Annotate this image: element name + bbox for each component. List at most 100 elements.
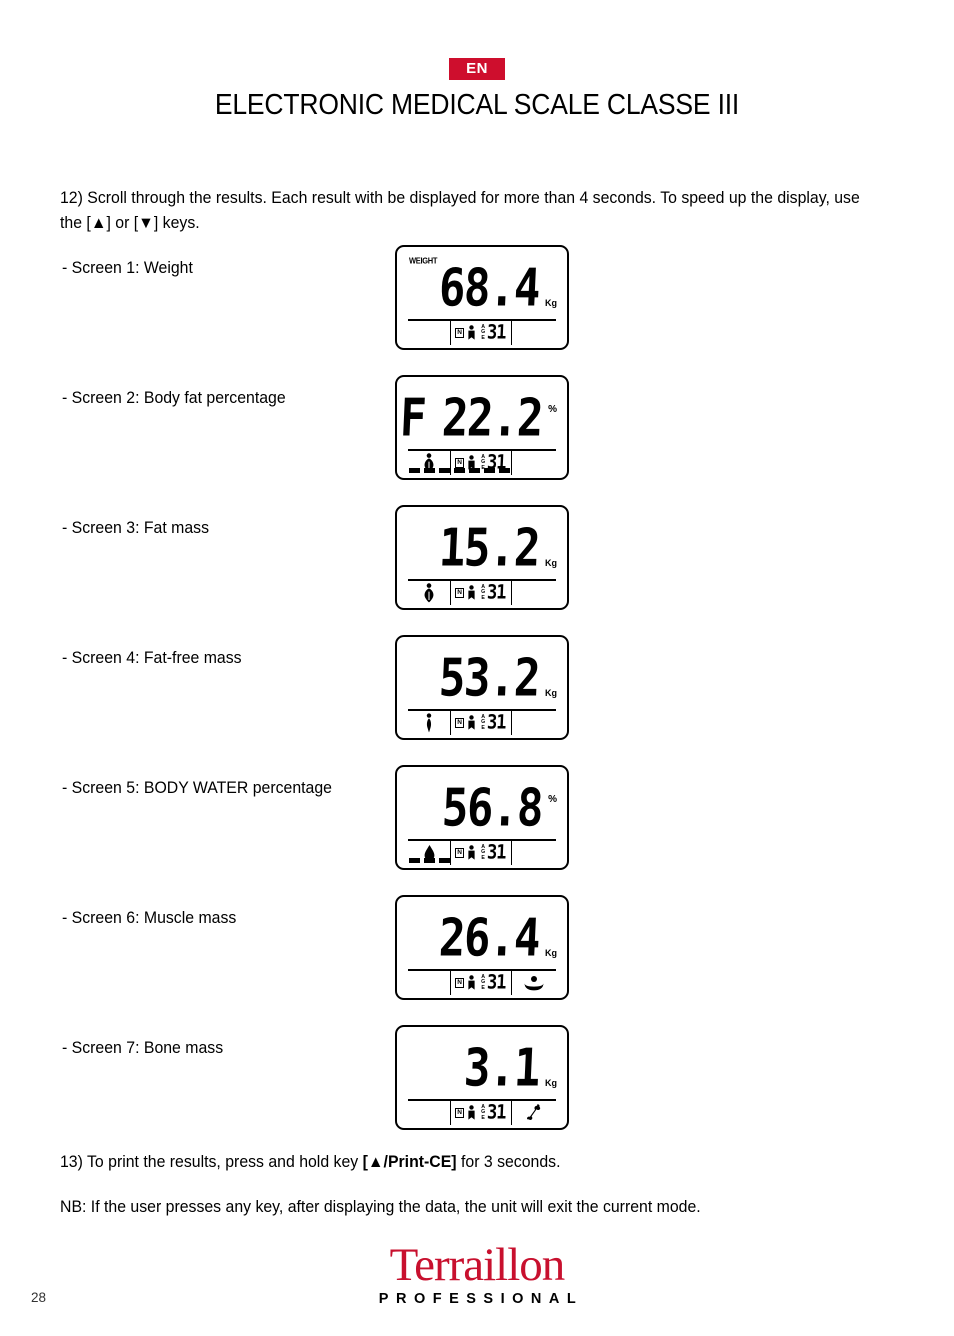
lcd-user-profile-group: N AGE31 [450, 841, 512, 865]
lcd-age-label: AGE [481, 713, 486, 731]
lcd-user-profile-group: N AGE31 [450, 971, 512, 995]
lcd-age-value: 31 [486, 580, 507, 604]
lcd-display: 3.1 Kg N A G E 31 [395, 1025, 569, 1130]
lcd-left-indicator [408, 581, 450, 605]
language-badge: EN [449, 58, 505, 80]
lcd-scale-dashes [409, 858, 450, 863]
lcd-display: 53.2 Kg N A G E 31 [395, 635, 569, 740]
lcd-unit: Kg [545, 948, 557, 958]
lcd-scale-dash [439, 858, 450, 863]
lcd-panel: F22.2%NAGE31 [395, 375, 569, 480]
lcd-scale-dash [424, 468, 435, 473]
lcd-value: 26.4 [437, 908, 541, 969]
lcd-scale-dash [409, 858, 420, 863]
lcd-unit: Kg [545, 688, 557, 698]
print-instruction-suffix: for 3 seconds. [456, 1153, 561, 1171]
person-icon [467, 844, 476, 862]
lcd-mode-marker: N [455, 327, 465, 339]
lcd-display: 15.2 Kg N A G E 31 [395, 505, 569, 610]
nb-note: NB: If the user presses any key, after d… [60, 1198, 701, 1216]
lcd-left-indicator [408, 711, 450, 735]
lcd-mode-marker: N [455, 717, 465, 729]
print-key-label: [▲/Print-CE] [362, 1153, 457, 1171]
lcd-panel: 53.2 Kg N A G E 31 [395, 635, 569, 740]
bone-icon [526, 1104, 540, 1121]
lcd-unit: % [548, 404, 557, 415]
lcd-user-profile-group: N AGE31 [450, 321, 512, 345]
lcd-main-readout: 53.2 Kg [397, 648, 567, 709]
screen-label: - Screen 2: Body fat percentage [62, 389, 286, 407]
intro-paragraph: 12) Scroll through the results. Each res… [60, 189, 860, 232]
lcd-value: 56.8 [440, 778, 544, 839]
screen-row: - Screen 7: Bone mass 3.1 Kg N A G E 31 [0, 1025, 954, 1155]
lcd-main-readout: 3.1 Kg [397, 1038, 567, 1099]
lcd-user-profile-group: N AGE31 [450, 711, 512, 735]
lcd-age-label: AGE [481, 323, 486, 341]
lcd-scale-dash [484, 468, 495, 473]
lcd-mode-marker: N [455, 587, 465, 599]
lcd-unit: Kg [545, 298, 557, 308]
lcd-value-prefix: F [398, 388, 428, 449]
lcd-scale-dash [469, 468, 480, 473]
lcd-left-indicator [408, 971, 450, 995]
screen-row: - Screen 6: Muscle mass 26.4 Kg N A G E 31 [0, 895, 954, 1025]
lcd-display: 56.8% N A G E 31 [395, 765, 569, 870]
lcd-scale-dash [499, 468, 510, 473]
lcd-right-indicator [512, 711, 556, 735]
lcd-left-indicator [408, 1101, 450, 1125]
lcd-age-value: 31 [486, 970, 507, 994]
lcd-scale-dash [409, 468, 420, 473]
body-fat-icon [424, 583, 434, 603]
lcd-main-readout: 68.4 Kg [397, 258, 567, 319]
lcd-value: 3.1 [462, 1038, 541, 1099]
screen-row: - Screen 3: Fat mass 15.2 Kg N A G E 31 [0, 505, 954, 635]
lcd-status-row: N AGE31 [408, 711, 556, 735]
lcd-value: 22.2 [440, 388, 544, 449]
lcd-panel: WEIGHT 68.4 Kg N A G E 31 [395, 245, 569, 350]
lcd-value: 15.2 [437, 518, 541, 579]
lcd-unit: Kg [545, 558, 557, 568]
person-icon [467, 324, 476, 342]
lcd-panel: 56.8% N A G E 31 [395, 765, 569, 870]
person-icon [467, 584, 476, 602]
lcd-status-row: N AGE31 [408, 1101, 556, 1125]
screen-label: - Screen 6: Muscle mass [62, 909, 237, 927]
lcd-value: 53.2 [437, 648, 541, 709]
lcd-age-label: AGE [481, 973, 486, 991]
person-icon [467, 1104, 476, 1122]
screen-label: - Screen 5: BODY WATER percentage [62, 779, 332, 797]
person-icon [467, 714, 476, 732]
lcd-display: F22.2%NAGE31 [395, 375, 569, 480]
screen-label: - Screen 7: Bone mass [62, 1039, 224, 1057]
lcd-display: 26.4 Kg N A G E 31 [395, 895, 569, 1000]
lcd-right-indicator [512, 451, 556, 475]
lcd-age-value: 31 [486, 1100, 507, 1124]
lcd-scale-dash [454, 468, 465, 473]
lcd-right-indicator [512, 321, 556, 345]
page-title: ELECTRONIC MEDICAL SCALE CLASSE III [214, 89, 740, 121]
screen-row: - Screen 2: Body fat percentage F 22.2% N A G… [0, 375, 954, 505]
lcd-age-label: AGE [481, 843, 486, 861]
lcd-status-row: N AGE31 [408, 321, 556, 345]
page-header: EN ELECTRONIC MEDICAL SCALE CLASSE III [0, 0, 954, 122]
brand-logo: Terraillon PROFESSIONAL [0, 1239, 954, 1308]
lean-body-icon [426, 713, 432, 733]
lcd-left-indicator [408, 321, 450, 345]
lcd-scale-dash [424, 858, 435, 863]
lcd-main-readout: 56.8% [397, 778, 567, 839]
screen-label: - Screen 4: Fat-free mass [62, 649, 242, 667]
screen-label: - Screen 1: Weight [62, 259, 193, 277]
lcd-panel: 26.4 Kg N A G E 31 [395, 895, 569, 1000]
lcd-mode-marker: N [455, 977, 465, 989]
lcd-value: 68.4 [437, 258, 541, 319]
page-number: 28 [31, 1290, 47, 1305]
lcd-right-indicator [512, 971, 556, 995]
lcd-main-readout: 26.4 Kg [397, 908, 567, 969]
lcd-age-label: AGE [481, 1103, 486, 1121]
brand-name: Terraillon [389, 1239, 566, 1291]
lcd-panel: 3.1 Kg N A G E 31 [395, 1025, 569, 1130]
lcd-right-indicator [512, 1101, 556, 1125]
muscle-icon [524, 976, 544, 991]
screen-row: - Screen 1: Weight WEIGHT 68.4 Kg N A G E 31 [0, 245, 954, 375]
lcd-user-profile-group: N AGE31 [450, 581, 512, 605]
